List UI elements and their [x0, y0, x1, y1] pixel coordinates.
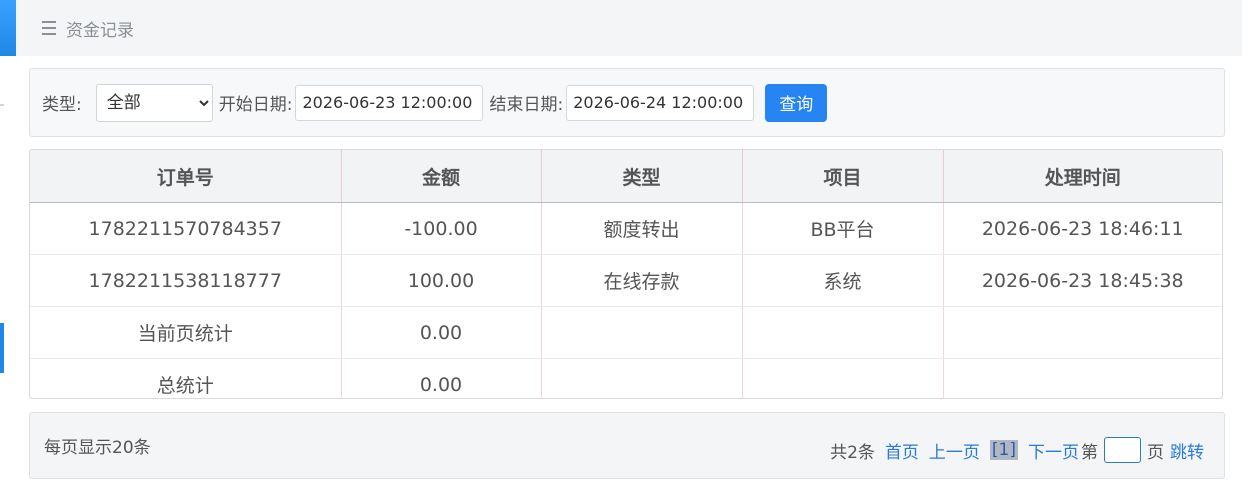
cell-amount: 100.00: [341, 254, 542, 307]
page-header: 资金记录: [16, 0, 1242, 56]
filter-bar: 类型: 全部 开始日期: 结束日期: 查询: [29, 68, 1225, 137]
sidebar-logo-accent: [0, 0, 16, 56]
cell-time: 2026-06-23 18:46:11: [943, 202, 1222, 255]
current-page-indicator: [1]: [989, 440, 1018, 460]
start-date-input[interactable]: [295, 84, 484, 121]
total-summary-row: 总统计 0.00: [30, 358, 1222, 399]
page-suffix-label: 页: [1147, 442, 1164, 463]
page-summary-row: 当前页统计 0.00: [30, 306, 1222, 359]
per-page-text: 每页显示20条: [44, 438, 151, 458]
page-number-input[interactable]: [1104, 437, 1141, 463]
cell-order-no: 1782211538118777: [30, 254, 342, 307]
cell-empty: [541, 358, 743, 398]
col-header-time: 处理时间: [943, 150, 1222, 203]
cell-summary-amount: 0.00: [341, 306, 542, 359]
cell-empty: [541, 306, 743, 359]
prev-page-link[interactable]: 上一页: [929, 438, 980, 463]
sidebar-active-indicator: [0, 323, 4, 373]
cell-empty: [742, 306, 944, 359]
cell-type: 在线存款: [541, 254, 743, 307]
table-row: 1782211538118777 100.00 在线存款 系统 2026-06-…: [30, 254, 1222, 307]
page-prefix-label: 第: [1081, 442, 1098, 463]
end-date-label: 结束日期:: [489, 95, 564, 115]
cell-amount: -100.00: [341, 202, 542, 255]
cell-empty: [742, 358, 944, 398]
next-page-link[interactable]: 下一页: [1028, 438, 1079, 463]
cell-order-no: 1782211570784357: [30, 202, 342, 255]
jump-link[interactable]: 跳转: [1170, 438, 1204, 463]
main-panel: 资金记录 类型: 全部 开始日期: 结束日期: 查询 订单号 金额 类型 项目 …: [16, 0, 1248, 493]
records-table: 订单号 金额 类型 项目 处理时间 1782211570784357 -100.…: [29, 149, 1223, 399]
page-title: 资金记录: [66, 20, 134, 41]
menu-icon[interactable]: [42, 21, 56, 35]
type-label: 类型:: [42, 95, 82, 115]
table-header-row: 订单号 金额 类型 项目 处理时间: [30, 150, 1222, 203]
cell-project: 系统: [742, 254, 944, 307]
pagination-bar: 每页显示20条 共2条 首页 上一页 [1] 下一页 第 页 跳转: [29, 412, 1225, 479]
start-date-label: 开始日期:: [218, 95, 293, 115]
cell-project: BB平台: [742, 202, 944, 255]
cell-summary-label: 当前页统计: [30, 306, 342, 359]
cell-type: 额度转出: [541, 202, 743, 255]
col-header-order-no: 订单号: [30, 150, 342, 203]
end-date-input[interactable]: [566, 84, 755, 121]
cell-empty: [943, 359, 1222, 399]
col-header-project: 项目: [742, 150, 944, 203]
table-row: 1782211570784357 -100.00 额度转出 BB平台 2026-…: [30, 202, 1222, 255]
col-header-amount: 金额: [341, 150, 542, 203]
total-count: 共2条: [830, 442, 875, 463]
first-page-link[interactable]: 首页: [885, 438, 919, 463]
query-button[interactable]: 查询: [765, 83, 828, 122]
sidebar-divider: [0, 104, 4, 106]
cell-total-amount: 0.00: [341, 358, 542, 398]
cell-total-label: 总统计: [30, 358, 342, 398]
sidebar-edge: [0, 0, 16, 493]
col-header-type: 类型: [541, 150, 743, 203]
pagination-controls: 共2条 首页 上一页 [1] 下一页 第 页 跳转: [830, 437, 1204, 463]
type-select[interactable]: 全部: [95, 83, 213, 122]
cell-time: 2026-06-23 18:45:38: [943, 254, 1222, 307]
cell-empty: [943, 306, 1222, 359]
